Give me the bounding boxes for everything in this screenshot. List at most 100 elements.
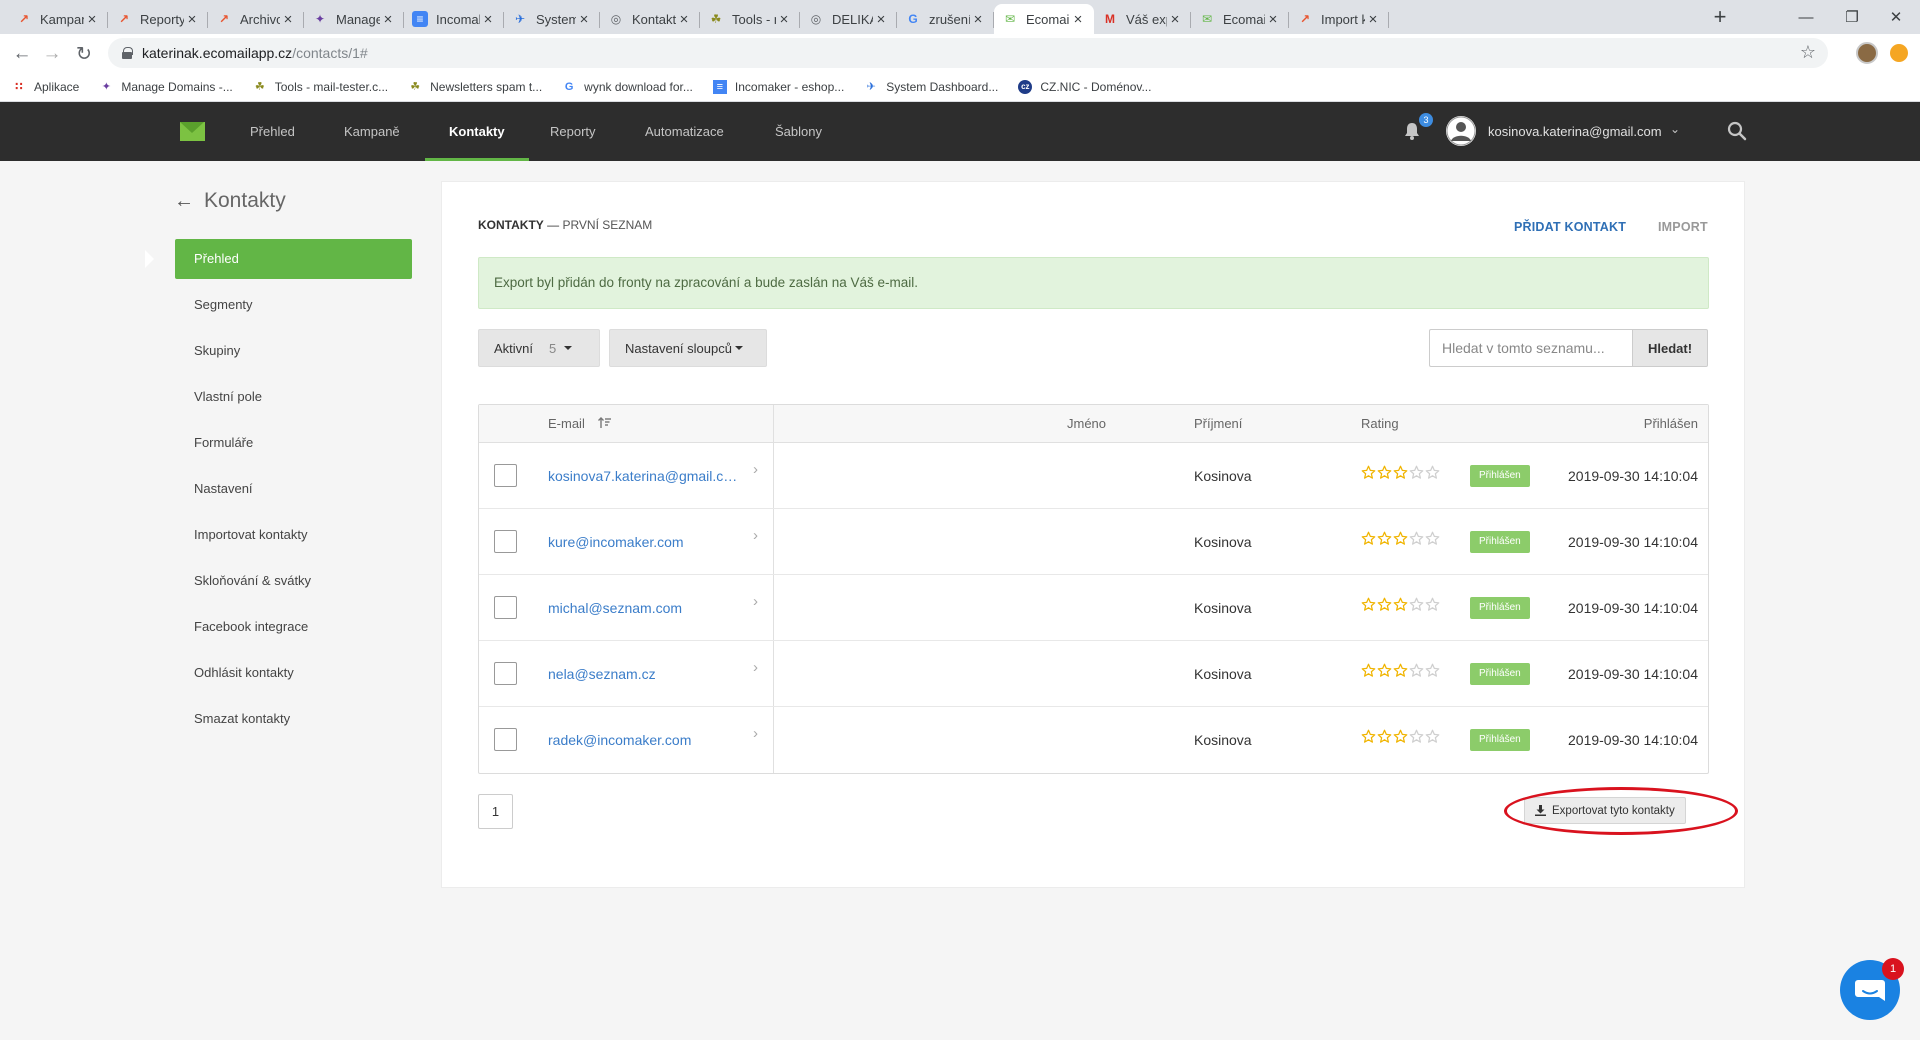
profile-avatar-icon[interactable]: [1856, 42, 1878, 64]
browser-tab[interactable]: ↗ Kampaně×: [8, 4, 108, 34]
nav-sablony[interactable]: Šablony: [775, 102, 822, 161]
browser-tab[interactable]: ✈ System Dash×: [504, 4, 600, 34]
star-filled-icon[interactable]: [1361, 663, 1376, 678]
star-filled-icon[interactable]: [1393, 663, 1408, 678]
star-filled-icon[interactable]: [1361, 465, 1376, 480]
close-tab-icon[interactable]: ×: [776, 11, 792, 28]
contact-search-input[interactable]: [1429, 329, 1632, 367]
star-filled-icon[interactable]: [1377, 597, 1392, 612]
table-row[interactable]: kure@incomaker.com › Kosinova Přihlášen 2019…: [479, 509, 1708, 575]
sidebar-item-skupiny[interactable]: Skupiny: [175, 331, 412, 371]
star-filled-icon[interactable]: [1377, 729, 1392, 744]
page-1-button[interactable]: 1: [478, 794, 513, 829]
close-tab-icon[interactable]: ×: [676, 11, 692, 28]
star-filled-icon[interactable]: [1361, 597, 1376, 612]
status-filter-dropdown[interactable]: Aktivní 5: [478, 329, 600, 367]
sidebar-item-facebook-integrace[interactable]: Facebook integrace: [175, 607, 412, 647]
star-filled-icon[interactable]: [1393, 729, 1408, 744]
extension-icon[interactable]: [1890, 44, 1908, 62]
table-row[interactable]: nela@seznam.cz › Kosinova Přihlášen 2019-09-…: [479, 641, 1708, 707]
bookmark-item[interactable]: Gwynk download for...: [562, 80, 693, 94]
star-filled-icon[interactable]: [1377, 531, 1392, 546]
star-empty-icon[interactable]: [1425, 663, 1440, 678]
search-button[interactable]: Hledat!: [1632, 329, 1708, 367]
close-tab-icon[interactable]: ×: [1365, 11, 1381, 28]
chevron-right-icon[interactable]: ›: [753, 725, 758, 742]
table-row[interactable]: radek@incomaker.com › Kosinova Přihlášen 201…: [479, 707, 1708, 773]
row-checkbox[interactable]: [494, 662, 517, 685]
browser-tab[interactable]: Gzrušení úč×: [897, 4, 994, 34]
sidebar-item-sklonovani-svatky[interactable]: Skloňování & svátky: [175, 561, 412, 601]
close-tab-icon[interactable]: ×: [1070, 11, 1086, 28]
new-tab-button[interactable]: +: [1707, 5, 1733, 31]
sidebar-item-smazat-kontakty[interactable]: Smazat kontakty: [175, 699, 412, 739]
sidebar-item-segmenty[interactable]: Segmenty: [175, 285, 412, 325]
close-tab-icon[interactable]: ×: [576, 11, 592, 28]
browser-tab[interactable]: ◎ DELIKATES×: [800, 4, 897, 34]
header-name[interactable]: Jméno: [1067, 405, 1106, 443]
browser-tab[interactable]: ≡ Incomaker×: [404, 4, 504, 34]
star-filled-icon[interactable]: [1393, 597, 1408, 612]
contact-email-link[interactable]: nela@seznam.cz: [548, 641, 738, 707]
close-tab-icon[interactable]: ×: [1167, 11, 1183, 28]
contact-email-link[interactable]: kosinova7.katerina@gmail.com: [548, 443, 738, 509]
star-empty-icon[interactable]: [1409, 465, 1424, 480]
star-empty-icon[interactable]: [1409, 729, 1424, 744]
bookmark-item[interactable]: cz CZ.NIC - Doménov...: [1018, 79, 1151, 94]
browser-tab[interactable]: ↗ Import kon×: [1289, 4, 1389, 34]
star-empty-icon[interactable]: [1425, 597, 1440, 612]
close-tab-icon[interactable]: ×: [380, 11, 396, 28]
star-filled-icon[interactable]: [1377, 663, 1392, 678]
sidebar-item-vlastni-pole[interactable]: Vlastní pole: [175, 377, 412, 417]
nav-prehled[interactable]: Přehled: [250, 102, 295, 161]
star-empty-icon[interactable]: [1409, 531, 1424, 546]
add-contact-button[interactable]: PŘIDAT KONTAKT: [1514, 220, 1626, 234]
close-tab-icon[interactable]: ×: [970, 11, 986, 28]
close-window-icon[interactable]: ✕: [1866, 0, 1920, 34]
browser-tab[interactable]: ✦ Manage Dom×: [304, 4, 404, 34]
star-filled-icon[interactable]: [1393, 531, 1408, 546]
reload-icon[interactable]: ↻: [70, 40, 98, 68]
star-filled-icon[interactable]: [1393, 465, 1408, 480]
bookmark-item[interactable]: ∷ Aplikace: [12, 80, 79, 94]
bookmark-item[interactable]: ✈ System Dashboard...: [864, 80, 999, 94]
user-avatar-icon[interactable]: [1446, 116, 1476, 146]
search-icon[interactable]: [1727, 121, 1747, 141]
header-rating[interactable]: Rating: [1361, 405, 1399, 443]
contact-email-link[interactable]: michal@seznam.com: [548, 575, 738, 641]
bookmark-item[interactable]: ✦ Manage Domains -...: [99, 80, 233, 94]
star-empty-icon[interactable]: [1409, 597, 1424, 612]
header-status[interactable]: Přihlášen: [1644, 405, 1698, 443]
browser-tab[interactable]: ↗ Reporty ×: [108, 4, 208, 34]
export-contacts-button[interactable]: Exportovat tyto kontakty: [1524, 797, 1686, 824]
ecomail-logo-icon[interactable]: [180, 122, 205, 141]
row-checkbox[interactable]: [494, 530, 517, 553]
user-email[interactable]: kosinova.katerina@gmail.com: [1488, 102, 1662, 161]
sidebar-item-odhlasit-kontakty[interactable]: Odhlásit kontakty: [175, 653, 412, 693]
close-tab-icon[interactable]: ×: [184, 11, 200, 28]
chevron-down-icon[interactable]: ⌄: [1670, 122, 1680, 136]
star-filled-icon[interactable]: [1377, 465, 1392, 480]
browser-tab[interactable]: ↗ Archivované×: [208, 4, 304, 34]
star-empty-icon[interactable]: [1425, 531, 1440, 546]
star-empty-icon[interactable]: [1409, 663, 1424, 678]
chevron-right-icon[interactable]: ›: [753, 593, 758, 610]
header-email[interactable]: E-mail: [548, 405, 612, 443]
bookmark-item[interactable]: ☘ Tools - mail-tester.c...: [253, 80, 388, 94]
star-filled-icon[interactable]: [1361, 729, 1376, 744]
import-button[interactable]: IMPORT: [1658, 220, 1708, 234]
star-filled-icon[interactable]: [1361, 531, 1376, 546]
sidebar-item-prehled[interactable]: Přehled: [175, 239, 412, 279]
back-icon[interactable]: ←: [8, 40, 36, 68]
columns-settings-dropdown[interactable]: Nastavení sloupců: [609, 329, 767, 367]
browser-tab[interactable]: ☘ Tools - mail×: [700, 4, 800, 34]
sidebar-item-formulare[interactable]: Formuláře: [175, 423, 412, 463]
forward-icon[interactable]: →: [38, 40, 66, 68]
close-tab-icon[interactable]: ×: [84, 11, 100, 28]
nav-automatizace[interactable]: Automatizace: [645, 102, 724, 161]
url-bar[interactable]: katerinak.ecomailapp.cz/contacts/1# ☆: [108, 38, 1828, 68]
nav-kontakty[interactable]: Kontakty: [425, 102, 529, 161]
browser-tab[interactable]: M Váš export×: [1094, 4, 1191, 34]
sidebar-item-importovat-kontakty[interactable]: Importovat kontakty: [175, 515, 412, 555]
nav-reporty[interactable]: Reporty: [550, 102, 596, 161]
